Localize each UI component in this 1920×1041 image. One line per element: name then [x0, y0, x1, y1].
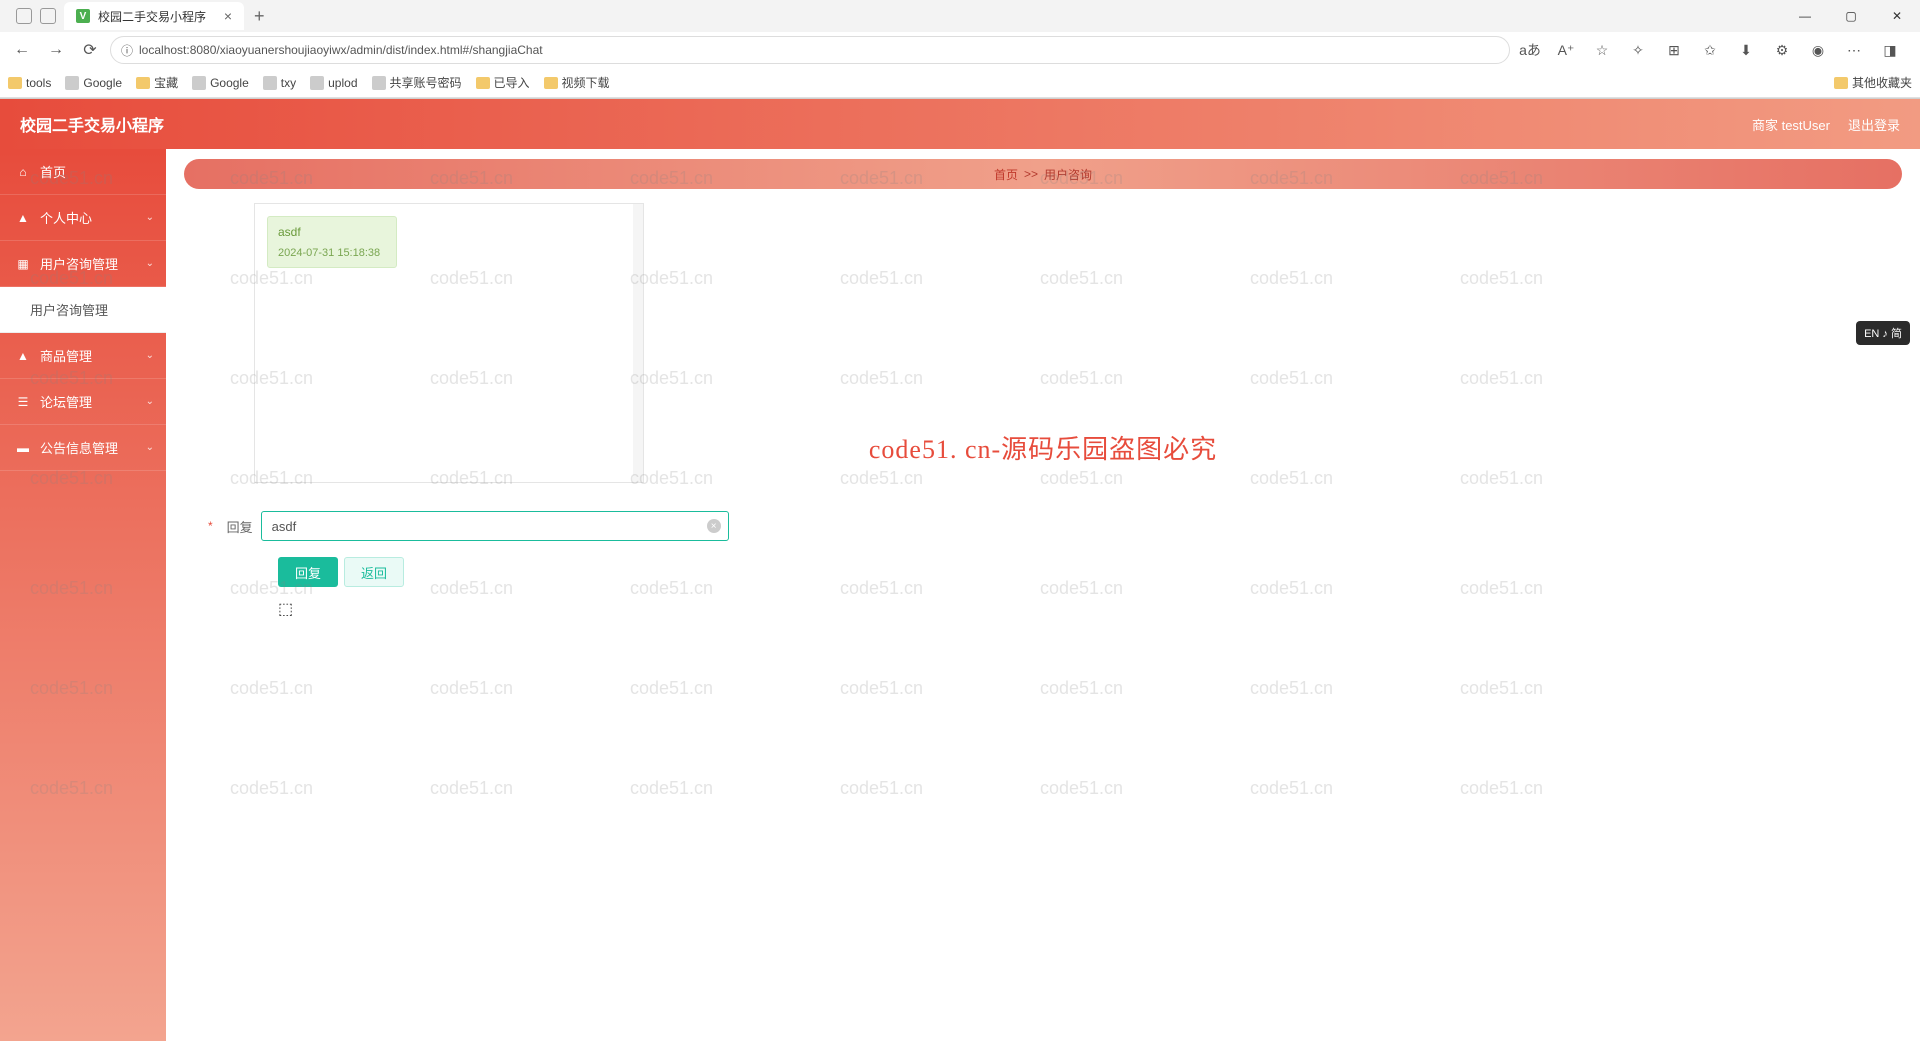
- folder-icon: [8, 77, 22, 89]
- tab-close-icon[interactable]: ×: [224, 8, 232, 24]
- folder-icon: [476, 77, 490, 89]
- browser-tab[interactable]: V 校园二手交易小程序 ×: [64, 2, 244, 30]
- reload-icon[interactable]: ⟳: [76, 36, 104, 64]
- back-button[interactable]: 返回: [344, 557, 404, 587]
- sidebar-icon[interactable]: ◨: [1876, 36, 1904, 64]
- bookmark-item[interactable]: 视频下载: [544, 74, 610, 91]
- grid-icon: ▦: [16, 257, 30, 271]
- page-icon: [192, 76, 206, 90]
- tab-bar: V 校园二手交易小程序 × + — ▢ ✕: [0, 0, 1920, 32]
- chevron-down-icon: ⌄: [146, 396, 154, 407]
- logout-button[interactable]: 退出登录: [1848, 115, 1900, 134]
- sidebar-item-goods[interactable]: ▲商品管理⌄: [0, 333, 166, 379]
- extensions-icon[interactable]: ✧: [1624, 36, 1652, 64]
- breadcrumb-sep: >>: [1024, 167, 1038, 181]
- url-input[interactable]: ⓘ localhost:8080/xiaoyuanershoujiaoyiwx/…: [110, 36, 1510, 64]
- new-tab-button[interactable]: +: [244, 6, 275, 27]
- close-window-icon[interactable]: ✕: [1874, 0, 1920, 32]
- clear-input-icon[interactable]: ×: [707, 519, 721, 533]
- text-size-icon[interactable]: aあ: [1516, 36, 1544, 64]
- sidebar-item-forum[interactable]: ☰论坛管理⌄: [0, 379, 166, 425]
- sidebar-item-home[interactable]: ⌂首页: [0, 149, 166, 195]
- reply-label: 回复: [221, 517, 253, 536]
- bookmark-other[interactable]: 其他收藏夹: [1834, 74, 1912, 91]
- sidebar: ⌂首页 ▲个人中心⌄ ▦用户咨询管理⌄ 用户咨询管理 ▲商品管理⌄ ☰论坛管理⌄…: [0, 149, 166, 1041]
- mouse-cursor-icon: ⬚: [278, 599, 293, 619]
- watermark-center: code51. cn-源码乐园盗图必究: [869, 429, 1217, 466]
- app-body: ⌂首页 ▲个人中心⌄ ▦用户咨询管理⌄ 用户咨询管理 ▲商品管理⌄ ☰论坛管理⌄…: [0, 149, 1920, 1041]
- page-icon: [310, 76, 324, 90]
- folder-icon: [136, 77, 150, 89]
- more-icon[interactable]: ⋯: [1840, 36, 1868, 64]
- chevron-down-icon: ⌄: [146, 258, 154, 269]
- list-icon: ☰: [16, 395, 30, 409]
- bookmark-item[interactable]: 已导入: [476, 74, 530, 91]
- app-title: 校园二手交易小程序: [20, 112, 164, 136]
- downloads-icon[interactable]: ⬇: [1732, 36, 1760, 64]
- submit-button[interactable]: 回复: [278, 557, 338, 587]
- bookmark-item[interactable]: 宝藏: [136, 74, 178, 91]
- ext2-icon[interactable]: ⚙: [1768, 36, 1796, 64]
- sidebar-item-profile[interactable]: ▲个人中心⌄: [0, 195, 166, 241]
- chevron-down-icon: ⌄: [146, 442, 154, 453]
- maximize-icon[interactable]: ▢: [1828, 0, 1874, 32]
- folder-icon: [544, 77, 558, 89]
- bookmark-bar: tools Google 宝藏 Google txy uplod 共享账号密码 …: [0, 68, 1920, 98]
- page-icon: [372, 76, 386, 90]
- sidebar-subitem-consult[interactable]: 用户咨询管理: [0, 287, 166, 333]
- reply-form: * 回复 × 回复 返回 ⬚: [208, 511, 1902, 587]
- chevron-down-icon: ⌄: [146, 350, 154, 361]
- favicon-icon: V: [76, 9, 90, 23]
- bookmark-item[interactable]: 共享账号密码: [372, 74, 462, 91]
- back-icon[interactable]: ←: [8, 36, 36, 64]
- bookmark-item[interactable]: Google: [192, 76, 249, 90]
- forward-icon[interactable]: →: [42, 36, 70, 64]
- home-icon: ⌂: [16, 165, 30, 179]
- chat-message: asdf 2024-07-31 15:18:38: [267, 216, 397, 268]
- folder-icon: [1834, 77, 1848, 89]
- url-text: localhost:8080/xiaoyuanershoujiaoyiwx/ad…: [139, 43, 543, 57]
- tab-title: 校园二手交易小程序: [98, 8, 216, 25]
- bookmark-item[interactable]: tools: [8, 76, 51, 90]
- address-bar: ← → ⟳ ⓘ localhost:8080/xiaoyuanershoujia…: [0, 32, 1920, 68]
- app-root: 校园二手交易小程序 商家 testUser 退出登录 ⌂首页 ▲个人中心⌄ ▦用…: [0, 99, 1920, 1041]
- main-content: 首页 >> 用户咨询 ▴ ▾ asdf 2024-07-31 15:18:38 …: [166, 149, 1920, 1041]
- page-icon: [263, 76, 277, 90]
- favorites-bar-icon[interactable]: ✩: [1696, 36, 1724, 64]
- ext3-icon[interactable]: ◉: [1804, 36, 1832, 64]
- tabs-icon[interactable]: [40, 8, 56, 24]
- required-mark: *: [208, 519, 213, 533]
- window-controls: — ▢ ✕: [1782, 0, 1920, 32]
- read-aloud-icon[interactable]: A⁺: [1552, 36, 1580, 64]
- minimize-icon[interactable]: —: [1782, 0, 1828, 32]
- bookmark-item[interactable]: txy: [263, 76, 296, 90]
- user-label[interactable]: 商家 testUser: [1752, 115, 1830, 134]
- reply-input[interactable]: [261, 511, 729, 541]
- scroll-down-icon[interactable]: ▾: [637, 470, 642, 481]
- message-text: asdf: [278, 225, 386, 239]
- browser-chrome: V 校园二手交易小程序 × + — ▢ ✕ ← → ⟳ ⓘ localhost:…: [0, 0, 1920, 99]
- chat-history[interactable]: ▴ ▾ asdf 2024-07-31 15:18:38: [254, 203, 644, 483]
- profile-icon[interactable]: [16, 8, 32, 24]
- bookmark-item[interactable]: uplod: [310, 76, 357, 90]
- bookmark-item[interactable]: Google: [65, 76, 122, 90]
- favorite-icon[interactable]: ☆: [1588, 36, 1616, 64]
- breadcrumb: 首页 >> 用户咨询: [184, 159, 1902, 189]
- sidebar-item-consult[interactable]: ▦用户咨询管理⌄: [0, 241, 166, 287]
- app-header: 校园二手交易小程序 商家 testUser 退出登录: [0, 99, 1920, 149]
- user-icon: ▲: [16, 211, 30, 225]
- user-icon: ▲: [16, 349, 30, 363]
- collections-icon[interactable]: ⊞: [1660, 36, 1688, 64]
- page-icon: [65, 76, 79, 90]
- ime-indicator[interactable]: EN ♪ 简: [1856, 321, 1910, 345]
- breadcrumb-current: 用户咨询: [1044, 166, 1092, 183]
- message-time: 2024-07-31 15:18:38: [278, 247, 386, 259]
- chevron-down-icon: ⌄: [146, 212, 154, 223]
- breadcrumb-home[interactable]: 首页: [994, 166, 1018, 183]
- doc-icon: ▬: [16, 441, 30, 455]
- site-info-icon[interactable]: ⓘ: [121, 42, 133, 59]
- sidebar-item-notice[interactable]: ▬公告信息管理⌄: [0, 425, 166, 471]
- scroll-up-icon[interactable]: ▴: [637, 205, 642, 216]
